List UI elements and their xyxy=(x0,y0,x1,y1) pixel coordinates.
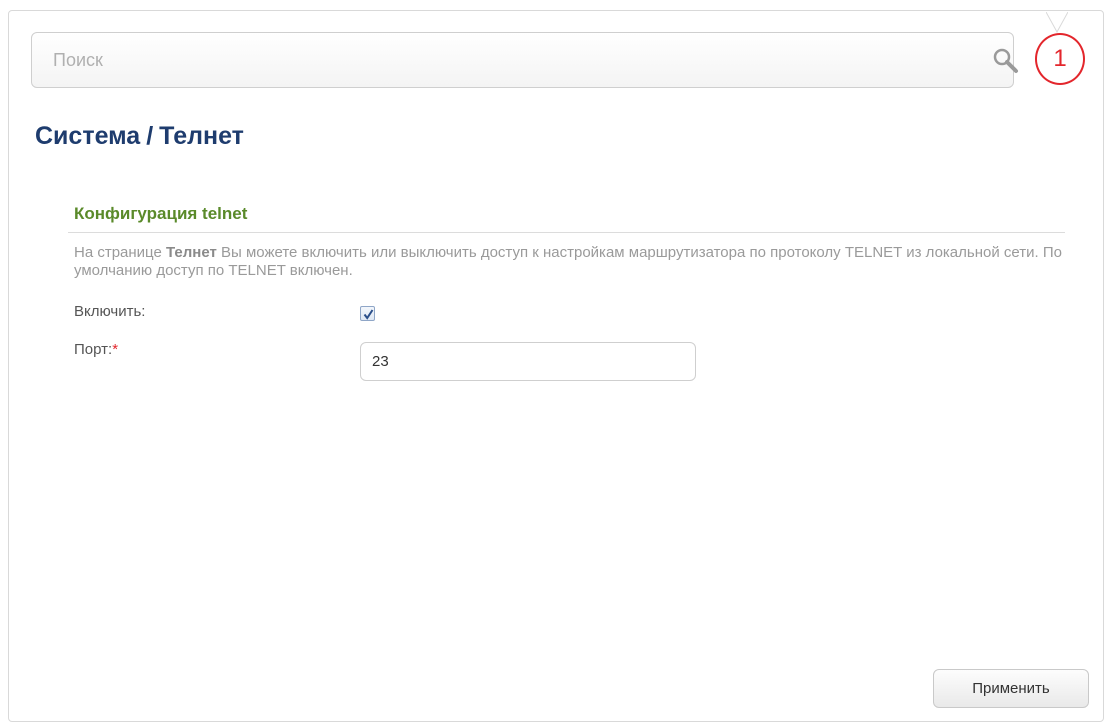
page-title: Система / Телнет xyxy=(35,122,244,151)
checkmark-icon xyxy=(363,309,374,320)
required-mark: * xyxy=(112,341,119,358)
port-label: Порт:* xyxy=(74,341,118,358)
search-icon[interactable] xyxy=(990,45,1022,77)
description-prefix: На странице xyxy=(74,244,166,261)
description-suffix: Вы можете включить или выключить доступ … xyxy=(74,244,1062,279)
breadcrumb-page: Телнет xyxy=(159,122,244,150)
section-title: Конфигурация telnet xyxy=(74,204,248,223)
apply-button[interactable]: Применить xyxy=(933,669,1089,708)
breadcrumb-separator: / xyxy=(146,122,154,150)
enable-label: Включить: xyxy=(74,303,146,320)
enable-checkbox[interactable] xyxy=(360,306,375,321)
port-label-text: Порт: xyxy=(74,341,113,358)
search-bar xyxy=(31,32,1018,88)
notification-pointer xyxy=(1046,12,1068,34)
search-input[interactable] xyxy=(33,34,973,86)
section-divider xyxy=(68,232,1065,233)
section-description: На странице Телнет Вы можете включить ил… xyxy=(74,244,1064,280)
port-input[interactable] xyxy=(360,342,696,381)
breadcrumb-section: Система xyxy=(35,122,141,150)
notification-badge[interactable]: 1 xyxy=(1035,33,1085,85)
description-bold: Телнет xyxy=(166,244,217,261)
